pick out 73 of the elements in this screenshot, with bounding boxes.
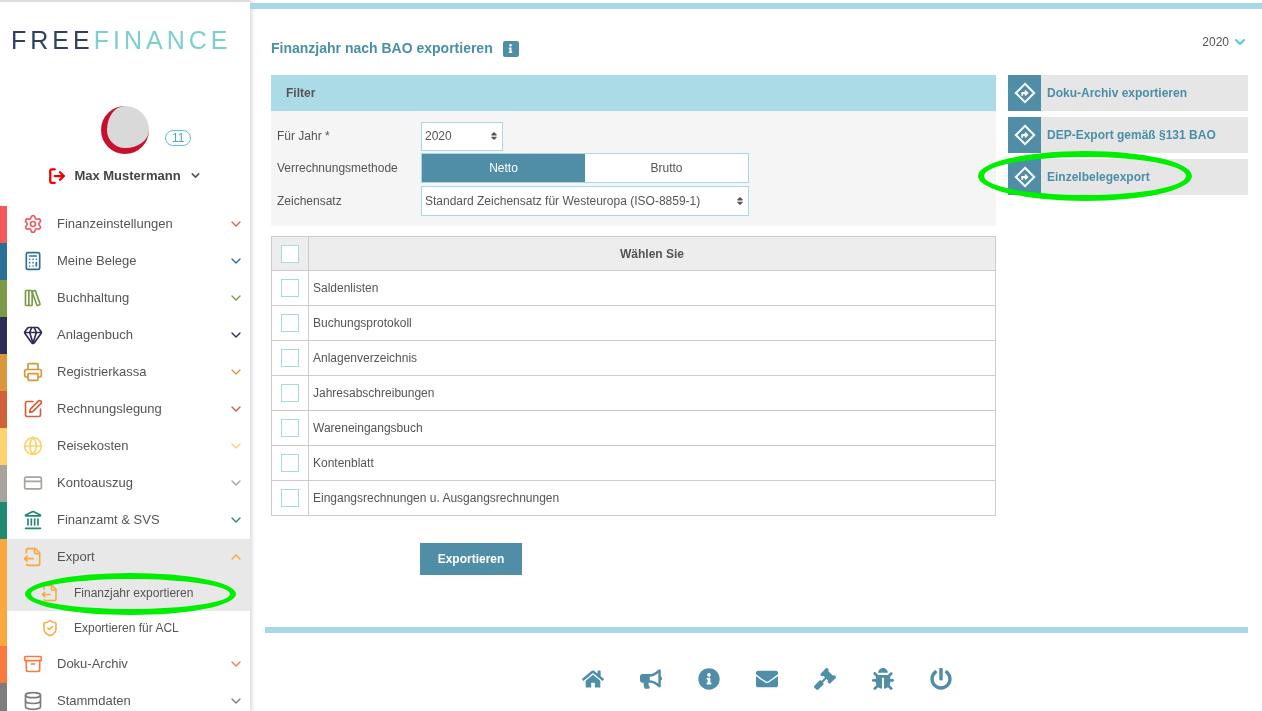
shield-check-icon [41, 619, 59, 637]
charset-select[interactable]: Standard Zeichensatz für Westeuropa (ISO-8859-1) [421, 185, 749, 216]
sidebar-item[interactable]: Anlagenbuch [7, 316, 250, 354]
megaphone-icon[interactable] [639, 668, 662, 690]
edit-icon [23, 399, 43, 419]
field-label: Für Jahr * [277, 128, 331, 145]
table-cell-text: Eingangsrechnungen u. Ausgangsrechnungen [312, 490, 561, 507]
bank-icon [23, 510, 43, 530]
logo-text: FREE [11, 26, 94, 54]
export-button[interactable]: Exportieren [420, 543, 522, 575]
mail-icon[interactable] [755, 668, 778, 690]
table-cell-text: Saldenlisten [312, 280, 380, 297]
info-icon[interactable] [697, 668, 720, 690]
sidebar-item[interactable]: Reisekosten [7, 427, 250, 465]
file-export-icon [23, 547, 43, 567]
checkbox[interactable] [281, 489, 299, 507]
sidebar-item[interactable]: Meine Belege [7, 242, 250, 280]
sidebar-subitem[interactable]: Exportieren für ACL [7, 610, 250, 646]
sidebar-item[interactable]: Export [7, 538, 250, 576]
file-export-icon [41, 584, 59, 602]
sidebar-item[interactable]: Doku-Archiv [7, 645, 250, 683]
sidebar-item[interactable]: Rechnungslegung [7, 390, 250, 428]
home-icon[interactable] [581, 668, 604, 690]
year-selector[interactable]: 2020 [1202, 32, 1248, 51]
sort-icon [735, 195, 745, 206]
method-toggle[interactable]: Netto [422, 154, 585, 182]
table-cell-text: Kontenblatt [312, 455, 375, 472]
table-cell-text: Jahresabschreibungen [312, 385, 436, 402]
sort-icon [489, 131, 499, 141]
books-icon [23, 288, 43, 308]
table-cell-text: Wareneingangsbuch [312, 420, 424, 437]
checkbox[interactable] [281, 279, 299, 297]
user-name[interactable]: Max Mustermann [74, 166, 181, 186]
gavel-icon[interactable] [813, 668, 836, 690]
sidebar-item[interactable]: Finanzamt & SVS [7, 501, 250, 539]
diamond-icon [23, 325, 43, 345]
logout-icon[interactable] [48, 166, 67, 185]
checkbox[interactable] [281, 419, 299, 437]
field-label: Verrechnungsmethode [277, 160, 399, 177]
message-count-badge: 11 [165, 130, 192, 146]
logo-text: FINANCE [93, 26, 232, 54]
checkbox[interactable] [281, 384, 299, 402]
table-cell-text: Buchungsprotokoll [312, 315, 413, 332]
sidebar-item[interactable]: Buchhaltung [7, 279, 250, 317]
year-select[interactable]: 2020 [421, 121, 503, 151]
database-icon [23, 691, 43, 711]
checkbox[interactable] [281, 244, 299, 263]
table-cell-text: Anlagenverzeichnis [312, 350, 419, 367]
sidebar-item[interactable]: Finanzeinstellungen [7, 205, 250, 243]
checkbox[interactable] [281, 314, 299, 332]
checkbox[interactable] [281, 349, 299, 367]
method-toggle[interactable]: Brutto [585, 154, 748, 182]
bug-icon[interactable] [871, 668, 894, 690]
direction-sign-icon [1013, 124, 1036, 146]
page-title: Finanzjahr nach BAO exportieren [271, 39, 493, 58]
sidebar-item[interactable]: Registrierkassa [7, 353, 250, 391]
power-icon[interactable] [929, 668, 952, 690]
globe-icon [23, 436, 43, 456]
info-button[interactable] [502, 40, 519, 57]
direction-sign-icon [1013, 166, 1036, 188]
direction-sign-icon [1013, 82, 1036, 104]
calculator-icon [23, 251, 43, 271]
card-icon [23, 473, 43, 493]
sidebar-item[interactable]: Kontoauszug [7, 464, 250, 502]
archive-box-icon [23, 654, 43, 674]
checkbox[interactable] [281, 454, 299, 472]
cash-register-icon [23, 362, 43, 382]
gear-icon [23, 214, 43, 234]
avatar [101, 106, 149, 154]
sidebar-item[interactable]: Stammdaten [7, 682, 250, 711]
column-header: Wählen Sie [619, 245, 685, 263]
filter-header: Filter [271, 75, 996, 111]
field-label: Zeichensatz [277, 192, 343, 210]
